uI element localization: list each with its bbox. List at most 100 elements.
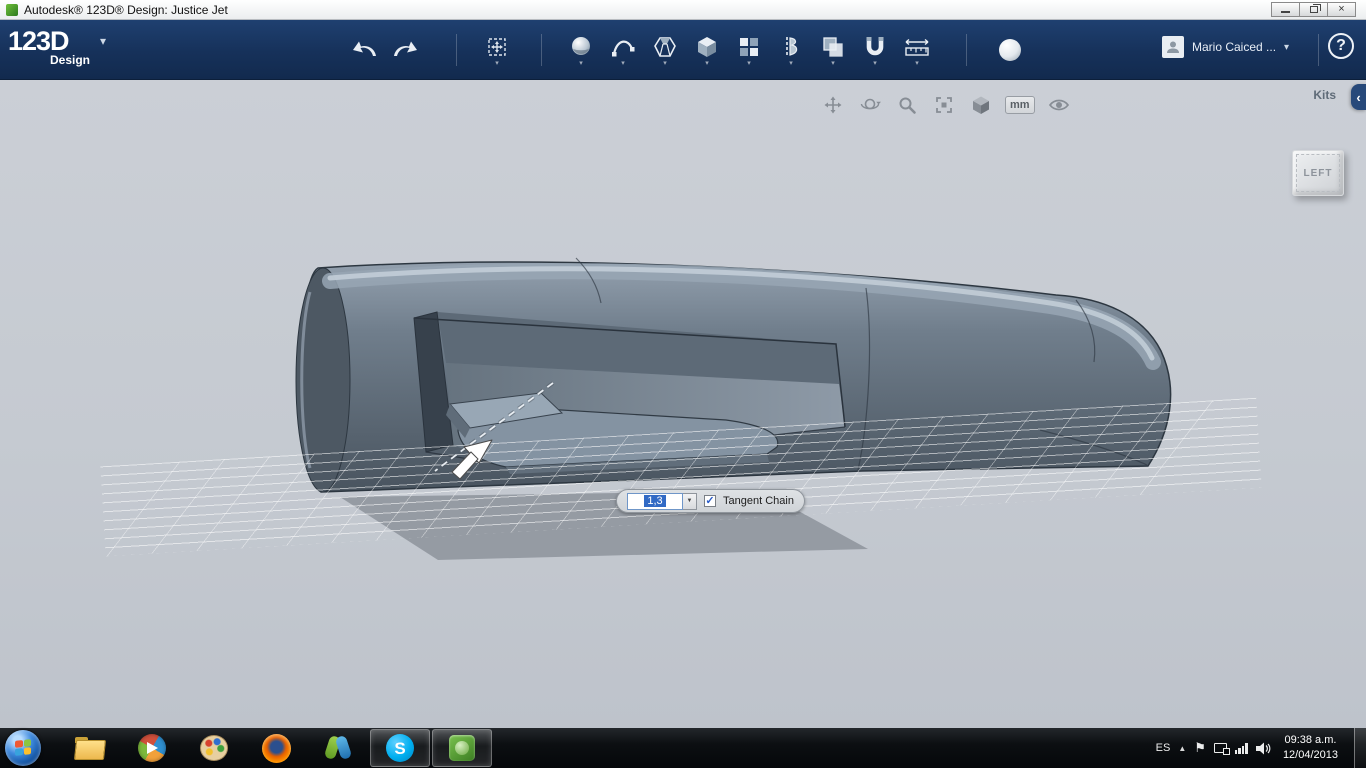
transform-move-icon [488,38,506,56]
tool-caret-icon: ▾ [789,60,793,67]
tray-expand-icon[interactable]: ▲ [1178,744,1186,753]
media-player-taskbar-button[interactable] [122,729,182,767]
tool-caret-icon: ▾ [747,60,751,67]
fit-brackets-icon [936,97,952,113]
tangent-chain-checkbox[interactable]: ✓ [704,495,716,507]
restore-button[interactable] [1299,2,1328,17]
eye-icon [1048,99,1069,111]
chevron-left-icon: ‹ [1356,89,1361,105]
taskbar-clock[interactable]: 09:38 a.m. 12/04/2013 [1279,733,1346,763]
radius-input[interactable]: 1,3 [627,492,683,510]
close-button[interactable]: × [1327,2,1356,17]
primitive-sphere-icon [572,37,590,55]
3d-viewport[interactable]: mm Kits ‹ LEFT 1,3 ▼ ✓ Tangent Chain [0,80,1366,728]
explorer-taskbar-button[interactable] [60,729,120,767]
account-name: Mario Caiced ... [1192,40,1277,54]
shaded-cube-icon [973,96,989,114]
shading-mode-button[interactable] [968,92,994,118]
show-desktop-button[interactable] [1354,728,1366,768]
revolve-tool-button[interactable]: ▾ [774,28,808,72]
pan-icon [824,96,842,114]
tool-caret-icon: ▾ [915,60,919,67]
magnet-icon [866,37,884,56]
clock-date: 12/04/2013 [1282,749,1338,761]
toolbar-separator [541,34,542,66]
view-nav-toolbar: mm [820,92,1072,118]
tangent-chain-label: Tangent Chain [723,495,794,507]
design-app-taskbar-button[interactable] [432,729,492,767]
windows-taskbar: S ES ▲ ⚑ 09:38 a.m. 12/04/2013 [0,728,1366,768]
tool-caret-icon: ▾ [873,60,877,67]
undo-button[interactable] [348,28,382,72]
measure-tool-button[interactable]: ▾ [900,28,934,72]
sketch-arc-icon [612,40,635,57]
extrude-tool-button[interactable]: ▾ [690,28,724,72]
ruler-measure-icon [905,38,929,56]
palette-icon [200,735,228,761]
app-toolbar: 123D Design ▾ ▾ ▾ ▾ ▾ ▾ ▾ ▾ ▾ ▾ ▾ Mario … [0,20,1366,80]
messenger-icon [324,734,352,762]
solid-cube-icon [698,37,716,57]
sketch-tool-button[interactable]: ▾ [606,28,640,72]
firefox-taskbar-button[interactable] [246,729,306,767]
chamfer-tool-button[interactable]: ▾ [648,28,682,72]
skype-icon: S [386,734,414,762]
pattern-grid-icon [740,38,758,56]
tool-caret-icon: ▾ [831,60,835,67]
brand-sub-label: Design [50,53,91,67]
messenger-taskbar-button[interactable] [308,729,368,767]
redo-button[interactable] [388,28,422,72]
revolve-icon [786,37,798,57]
toolbar-separator [1318,34,1319,66]
minimize-button[interactable] [1271,2,1300,17]
language-indicator[interactable]: ES [1156,742,1171,754]
orbit-button[interactable] [857,92,883,118]
volume-icon[interactable] [1255,742,1271,755]
3d-viewport-canvas[interactable] [0,80,1366,728]
kits-panel-label[interactable]: Kits [1313,88,1336,102]
design-app-icon [449,735,475,761]
restore-icon [1309,4,1321,13]
radius-value: 1,3 [644,495,666,507]
magnifier-icon [899,97,916,114]
taskbar-apps: S [59,728,493,768]
combine-cubes-icon [823,37,843,57]
tool-caret-icon: ▾ [579,60,583,67]
material-tool-button[interactable] [993,28,1027,72]
fillet-mini-toolbar: 1,3 ▼ ✓ Tangent Chain [616,489,805,513]
skype-taskbar-button[interactable]: S [370,729,430,767]
toolbar-separator [456,34,457,66]
toolbar-separator [966,34,967,66]
help-button[interactable]: ? [1328,33,1354,59]
app-icon [6,3,18,16]
view-cube[interactable]: LEFT [1292,150,1344,196]
start-button[interactable] [5,730,41,766]
checkmark-icon: ✓ [705,494,715,507]
windows-flag-icon [15,739,31,756]
window-title: Autodesk® 123D® Design: Justice Jet [24,2,228,17]
visibility-button[interactable] [1046,92,1072,118]
action-center-flag-icon[interactable]: ⚑ [1194,740,1206,756]
network-icon[interactable] [1213,743,1230,755]
media-player-icon [138,734,166,762]
gallery-taskbar-button[interactable] [184,729,244,767]
radius-dropdown-button[interactable]: ▼ [683,492,697,510]
snap-tool-button[interactable]: ▾ [858,28,892,72]
orbit-icon [860,98,881,110]
pan-button[interactable] [820,92,846,118]
jet-model[interactable] [295,257,1172,493]
fit-view-button[interactable] [931,92,957,118]
primitives-tool-button[interactable]: ▾ [564,28,598,72]
units-button[interactable]: mm [1005,96,1035,114]
account-menu[interactable]: Mario Caiced ... ▾ [1162,36,1289,58]
transform-tool-button[interactable]: ▾ [480,28,514,72]
pattern-tool-button[interactable]: ▾ [732,28,766,72]
chevron-down-icon: ▾ [100,34,107,48]
chamfer-cube-icon [654,37,676,57]
combine-tool-button[interactable]: ▾ [816,28,850,72]
signal-strength-icon[interactable] [1234,742,1248,754]
zoom-button[interactable] [894,92,920,118]
folder-icon [75,736,105,760]
app-menu-button[interactable]: 123D Design ▾ [8,26,106,67]
panel-collapse-tab[interactable]: ‹ [1351,84,1366,110]
